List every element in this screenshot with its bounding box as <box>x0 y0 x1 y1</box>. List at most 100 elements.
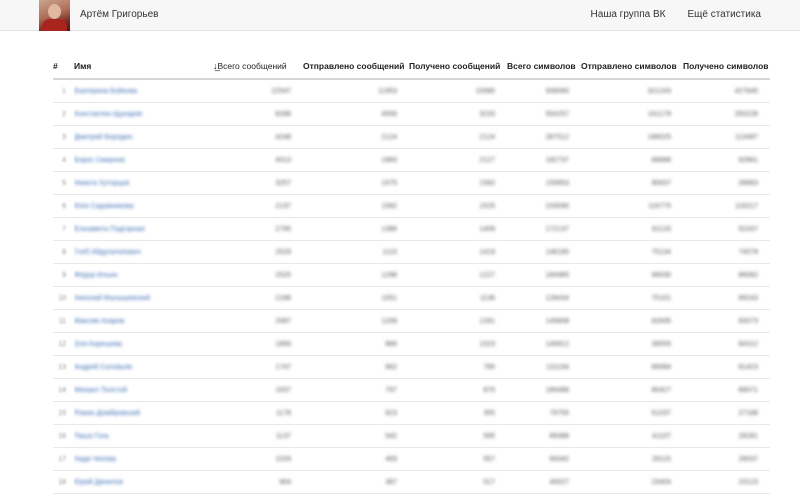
table-row[interactable]: 13 Андрей Соловьёв 1747 862 785 131194 89084 81… <box>53 355 770 379</box>
cell-sent-messages: 797 <box>303 378 409 402</box>
table-row[interactable]: 6 Юля Садовникова 2137 1582 1525 233090 116775… <box>53 194 770 218</box>
user-name-link[interactable]: Екатерина Бойкова <box>74 88 137 95</box>
cell-sent-chars: 241179 <box>581 102 683 126</box>
table-row[interactable]: 1 Екатерина Бойкова 22547 11953 10080 938060 3… <box>53 79 770 103</box>
cell-total-chars: 89388 <box>507 424 581 448</box>
col-header-name[interactable]: Имя <box>74 42 213 80</box>
cell-received-chars: 293228 <box>683 102 770 126</box>
cell-sent-chars: 80427 <box>581 378 683 402</box>
cell-received-chars: 427845 <box>683 79 770 103</box>
cell-received-chars: 81423 <box>683 355 770 379</box>
col-header-received-messages[interactable]: Получено сообщений <box>409 42 507 80</box>
cell-sent-chars: 321243 <box>581 79 683 103</box>
user-name-link[interactable]: Юля Садовникова <box>74 203 134 210</box>
user-name-link[interactable]: Юрий Данилов <box>74 479 123 486</box>
col-header-received-chars[interactable]: Получено символов <box>683 42 770 80</box>
nav-link-more-stats[interactable]: Ещё статистика <box>687 9 761 20</box>
user-name-link[interactable]: Николай Малышевский <box>74 295 150 302</box>
table-row[interactable]: 11 Максим Азаров 2087 1208 1281 145808 82835 83… <box>53 309 770 333</box>
table-row[interactable]: 17 Надя Чехова 1029 469 557 69342 28115 28037 <box>53 447 770 471</box>
table-row[interactable]: 12 Оля Корешова 1856 866 1023 145812 39555 8431… <box>53 332 770 356</box>
cell-sent-messages: 469 <box>303 447 409 471</box>
cell-rank: 5 <box>53 171 74 195</box>
cell-received-chars: 91037 <box>683 217 770 241</box>
table-row[interactable]: 15 Роман Домбровский 1178 823 355 79755 51037 2… <box>53 401 770 425</box>
cell-total-messages: 4248 <box>213 125 303 149</box>
cell-received-messages: 3233 <box>409 102 507 126</box>
cell-total-messages: 1029 <box>213 447 303 471</box>
cell-sent-chars: 39555 <box>581 332 683 356</box>
sort-desc-icon: ↓̲ <box>213 61 217 71</box>
cell-total-chars: 131194 <box>507 355 581 379</box>
cell-total-chars: 182737 <box>507 148 581 172</box>
cell-sent-chars: 81133 <box>581 217 683 241</box>
cell-total-messages: 1747 <box>213 355 303 379</box>
cell-rank: 2 <box>53 102 74 126</box>
table-row[interactable]: 8 Глеб Абдулатипович 2529 1110 1419 148185 751… <box>53 240 770 264</box>
table-row[interactable]: 2 Константин Щукарев 8288 4556 3233 554257 241… <box>53 102 770 126</box>
cell-name: Екатерина Бойкова <box>74 79 213 103</box>
table-row[interactable]: 18 Юрий Данилов 904 387 517 45027 23404 23123 <box>53 470 770 494</box>
user-name-link[interactable]: Максим Азаров <box>74 318 124 325</box>
table-row[interactable]: 10 Николай Малышевский 2188 1051 1136 128434 7… <box>53 286 770 310</box>
cell-sent-messages: 866 <box>303 332 409 356</box>
user-name-link[interactable]: Дмитрий Бородин <box>74 134 132 141</box>
table-row[interactable]: 9 Фёдор Ильин 2525 1298 1227 184985 99030 86082 <box>53 263 770 287</box>
cell-rank: 12 <box>53 332 74 356</box>
table-row[interactable]: 3 Дмитрий Бородин 4248 2124 2124 287512 188025… <box>53 125 770 149</box>
cell-name: Роман Домбровский <box>74 401 213 425</box>
cell-name: Дмитрий Бородин <box>74 125 213 149</box>
table-row[interactable]: 5 Никита Хуторцов 3257 1575 1582 155853 95837 3… <box>53 171 770 195</box>
user-name-link[interactable]: Роман Домбровский <box>74 410 140 417</box>
col-header-rank[interactable]: # <box>53 42 74 80</box>
cell-total-chars: 79755 <box>507 401 581 425</box>
cell-received-messages: 1136 <box>409 286 507 310</box>
cell-total-messages: 1637 <box>213 378 303 402</box>
cell-rank: 1 <box>53 79 74 103</box>
user-name-link[interactable]: Оля Корешова <box>74 341 122 348</box>
table-row[interactable]: 4 Борис Смирнов 4013 1883 2127 182737 89888 928… <box>53 148 770 172</box>
user-name-link[interactable]: Глеб Абдулатипович <box>74 249 141 256</box>
cell-name: Борис Смирнов <box>74 148 213 172</box>
col-header-sent-messages[interactable]: Отправлено сообщений <box>303 42 409 80</box>
cell-total-messages: 2525 <box>213 263 303 287</box>
col-header-total-messages[interactable]: ↓̲ Всего сообщений <box>213 42 303 80</box>
cell-name: Надя Чехова <box>74 447 213 471</box>
cell-name: Константин Щукарев <box>74 102 213 126</box>
cell-total-chars: 287512 <box>507 125 581 149</box>
col-header-sent-chars[interactable]: Отправлено символов <box>581 42 683 80</box>
user-name-link[interactable]: Елизавета Подгорная <box>74 226 145 233</box>
cell-sent-chars: 23404 <box>581 470 683 494</box>
username[interactable]: Артём Григорьев <box>80 9 158 20</box>
cell-name: Юля Садовникова <box>74 194 213 218</box>
user-name-link[interactable]: Фёдор Ильин <box>74 272 118 279</box>
cell-received-chars: 92861 <box>683 148 770 172</box>
cell-sent-messages: 1582 <box>303 194 409 218</box>
col-header-total-chars[interactable]: Всего символов <box>507 42 581 80</box>
user-name-link[interactable]: Андрей Соловьёв <box>74 364 132 371</box>
user-name-link[interactable]: Константин Щукарев <box>74 111 142 118</box>
cell-total-chars: 184985 <box>507 263 581 287</box>
cell-received-messages: 517 <box>409 470 507 494</box>
user-name-link[interactable]: Никита Хуторцов <box>74 180 129 187</box>
table-row[interactable]: 14 Михаил Толстой 1637 797 870 189488 80427 890… <box>53 378 770 402</box>
user-name-link[interactable]: Михаил Толстой <box>74 387 127 394</box>
cell-received-messages: 1409 <box>409 217 507 241</box>
cell-received-messages: 1281 <box>409 309 507 333</box>
user-name-link[interactable]: Паша Голь <box>74 433 109 440</box>
cell-sent-chars: 89888 <box>581 148 683 172</box>
cell-total-messages: 3257 <box>213 171 303 195</box>
table-row[interactable]: 16 Паша Голь 1137 542 595 89388 41107 28281 <box>53 424 770 448</box>
table-row[interactable]: 7 Елизавета Подгорная 2795 1386 1409 172137 81… <box>53 217 770 241</box>
cell-sent-chars: 188025 <box>581 125 683 149</box>
cell-rank: 6 <box>53 194 74 218</box>
avatar[interactable] <box>39 0 70 31</box>
user-name-link[interactable]: Борис Смирнов <box>74 157 125 164</box>
nav-link-vk-group[interactable]: Наша группа ВК <box>591 9 666 20</box>
cell-total-messages: 1137 <box>213 424 303 448</box>
user-name-link[interactable]: Надя Чехова <box>74 456 116 463</box>
cell-total-messages: 1178 <box>213 401 303 425</box>
cell-name: Николай Малышевский <box>74 286 213 310</box>
table-body: 1 Екатерина Бойкова 22547 11953 10080 938060 3… <box>53 79 770 494</box>
cell-name: Никита Хуторцов <box>74 171 213 195</box>
